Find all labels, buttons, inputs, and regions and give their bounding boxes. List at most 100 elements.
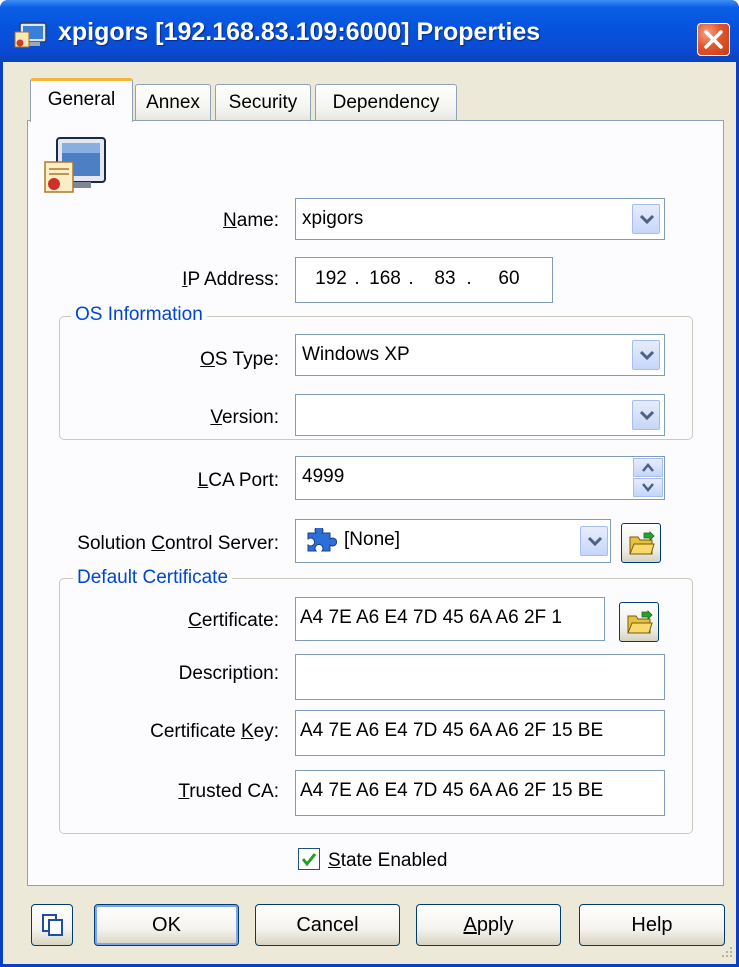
certificate-value: A4 7E A6 E4 7D 45 6A A6 2F 1 bbox=[300, 607, 562, 628]
scs-browse-button[interactable] bbox=[621, 523, 661, 563]
chevron-down-icon bbox=[639, 350, 655, 361]
spin-down-button[interactable] bbox=[633, 478, 663, 497]
apply-button[interactable]: Apply bbox=[416, 904, 561, 946]
name-combo[interactable]: xpigors bbox=[295, 198, 665, 240]
tab-general[interactable]: General bbox=[30, 78, 133, 122]
tab-security-label: Security bbox=[228, 92, 298, 113]
certificate-label-key: C bbox=[188, 610, 202, 631]
os-type-label-text: S Type: bbox=[214, 349, 279, 370]
title-bar[interactable]: xpigors [192.168.83.109:6000] Properties bbox=[0, 0, 739, 62]
apply-label-text: pply bbox=[476, 914, 514, 936]
tab-dependency-label: Dependency bbox=[332, 92, 440, 113]
ip-address-input[interactable]: 192 . 168 . 83 . 60 bbox=[295, 257, 553, 303]
ip-separator-2: . bbox=[408, 268, 414, 289]
properties-dialog: xpigors [192.168.83.109:6000] Properties… bbox=[0, 0, 739, 967]
folder-open-icon bbox=[629, 531, 655, 555]
os-type-value: Windows XP bbox=[302, 344, 410, 365]
window-title: xpigors [192.168.83.109:6000] Properties bbox=[58, 18, 541, 46]
spin-up-button[interactable] bbox=[633, 458, 663, 477]
scs-value: [None] bbox=[344, 529, 400, 550]
lca-port-label-text: CA Port: bbox=[208, 470, 279, 491]
certificate-key-label-pre: Certificate bbox=[150, 721, 241, 742]
default-certificate-legend: Default Certificate bbox=[73, 566, 233, 590]
state-enabled-label-text: tate Enabled bbox=[340, 850, 448, 871]
lca-port-value: 4999 bbox=[302, 466, 345, 487]
trusted-ca-label: Trusted CA: bbox=[143, 780, 279, 804]
tab-annex-label: Annex bbox=[146, 92, 200, 113]
name-label-key: N bbox=[223, 210, 237, 231]
scs-label-text: ontrol Server: bbox=[164, 533, 279, 554]
name-label-text: ame: bbox=[236, 210, 279, 231]
name-label: Name: bbox=[203, 209, 279, 233]
ip-octet-4: 60 bbox=[498, 268, 520, 289]
certificate-label-text: ertificate: bbox=[201, 610, 279, 631]
help-button[interactable]: Help bbox=[579, 904, 725, 946]
close-button[interactable] bbox=[697, 23, 730, 56]
version-combo[interactable] bbox=[295, 394, 665, 436]
os-information-legend: OS Information bbox=[71, 303, 207, 327]
puzzle-piece-icon bbox=[307, 528, 337, 552]
tab-security[interactable]: Security bbox=[215, 84, 311, 121]
trusted-ca-value: A4 7E A6 E4 7D 45 6A A6 2F 15 BE bbox=[300, 780, 604, 801]
state-enabled-label[interactable]: State Enabled bbox=[328, 849, 447, 873]
copy-button[interactable] bbox=[31, 904, 73, 946]
app-computer-icon bbox=[14, 22, 47, 48]
chevron-down-icon bbox=[639, 214, 655, 225]
scs-label: Solution Control Server: bbox=[43, 532, 279, 556]
checkmark-icon bbox=[301, 853, 317, 867]
apply-label-key: A bbox=[463, 914, 477, 936]
version-label-text: ersion: bbox=[221, 407, 279, 428]
scs-label-key: C bbox=[151, 533, 165, 554]
state-enabled-checkbox[interactable] bbox=[298, 848, 320, 870]
ok-button[interactable]: OK bbox=[94, 904, 239, 946]
os-type-combo[interactable]: Windows XP bbox=[295, 334, 665, 376]
certificate-key-label: Certificate Key: bbox=[103, 720, 279, 744]
host-certificate-icon bbox=[44, 137, 106, 193]
os-type-label: OS Type: bbox=[163, 348, 279, 372]
chevron-down-icon bbox=[587, 536, 603, 547]
scs-label-pre: Solution bbox=[77, 533, 152, 554]
certificate-browse-button[interactable] bbox=[619, 602, 659, 642]
version-label: Version: bbox=[163, 406, 279, 430]
chevron-up-icon bbox=[642, 463, 654, 472]
version-dropdown-button[interactable] bbox=[632, 400, 660, 430]
ip-octet-2: 168 bbox=[369, 268, 401, 289]
ip-label-text: P Address: bbox=[187, 269, 279, 290]
os-type-dropdown-button[interactable] bbox=[632, 340, 660, 370]
state-enabled-label-key: S bbox=[328, 850, 341, 871]
resize-grip-icon[interactable] bbox=[717, 944, 735, 962]
scs-dropdown-button[interactable] bbox=[580, 526, 608, 556]
lca-port-input[interactable]: 4999 bbox=[295, 456, 665, 500]
tab-general-label: General bbox=[47, 89, 116, 110]
ip-address-label: IP Address: bbox=[153, 268, 279, 292]
cancel-button[interactable]: Cancel bbox=[255, 904, 400, 946]
ip-separator-1: . bbox=[354, 268, 360, 289]
certificate-key-value: A4 7E A6 E4 7D 45 6A A6 2F 15 BE bbox=[300, 720, 604, 741]
certificate-label: Certificate: bbox=[153, 609, 279, 633]
name-dropdown-button[interactable] bbox=[632, 204, 660, 234]
certificate-key-label-key: K bbox=[240, 721, 254, 742]
lca-port-label-key: L bbox=[197, 470, 209, 491]
copy-pages-icon bbox=[42, 914, 63, 936]
trusted-ca-label-key: T bbox=[178, 781, 190, 802]
scs-combo[interactable]: [None] bbox=[295, 519, 611, 563]
name-value: xpigors bbox=[302, 208, 364, 229]
lca-port-spinner[interactable] bbox=[633, 458, 663, 498]
version-label-key: V bbox=[210, 407, 222, 428]
certificate-key-input[interactable]: A4 7E A6 E4 7D 45 6A A6 2F 15 BE bbox=[295, 710, 665, 756]
trusted-ca-label-text: rusted CA: bbox=[189, 781, 279, 802]
description-input[interactable] bbox=[295, 654, 665, 700]
ip-octet-3: 83 bbox=[434, 268, 456, 289]
folder-open-icon bbox=[627, 610, 653, 634]
tab-dependency[interactable]: Dependency bbox=[315, 84, 457, 121]
lca-port-label: LCA Port: bbox=[153, 469, 279, 493]
certificate-input[interactable]: A4 7E A6 E4 7D 45 6A A6 2F 1 bbox=[295, 597, 605, 641]
ip-separator-3: . bbox=[466, 268, 472, 289]
chevron-down-icon bbox=[639, 410, 655, 421]
ip-octet-1: 192 bbox=[315, 268, 347, 289]
close-x-icon bbox=[704, 30, 723, 49]
description-label: Description: bbox=[178, 663, 279, 684]
trusted-ca-input[interactable]: A4 7E A6 E4 7D 45 6A A6 2F 15 BE bbox=[295, 770, 665, 816]
tab-annex[interactable]: Annex bbox=[135, 84, 211, 121]
chevron-down-icon bbox=[642, 483, 654, 492]
